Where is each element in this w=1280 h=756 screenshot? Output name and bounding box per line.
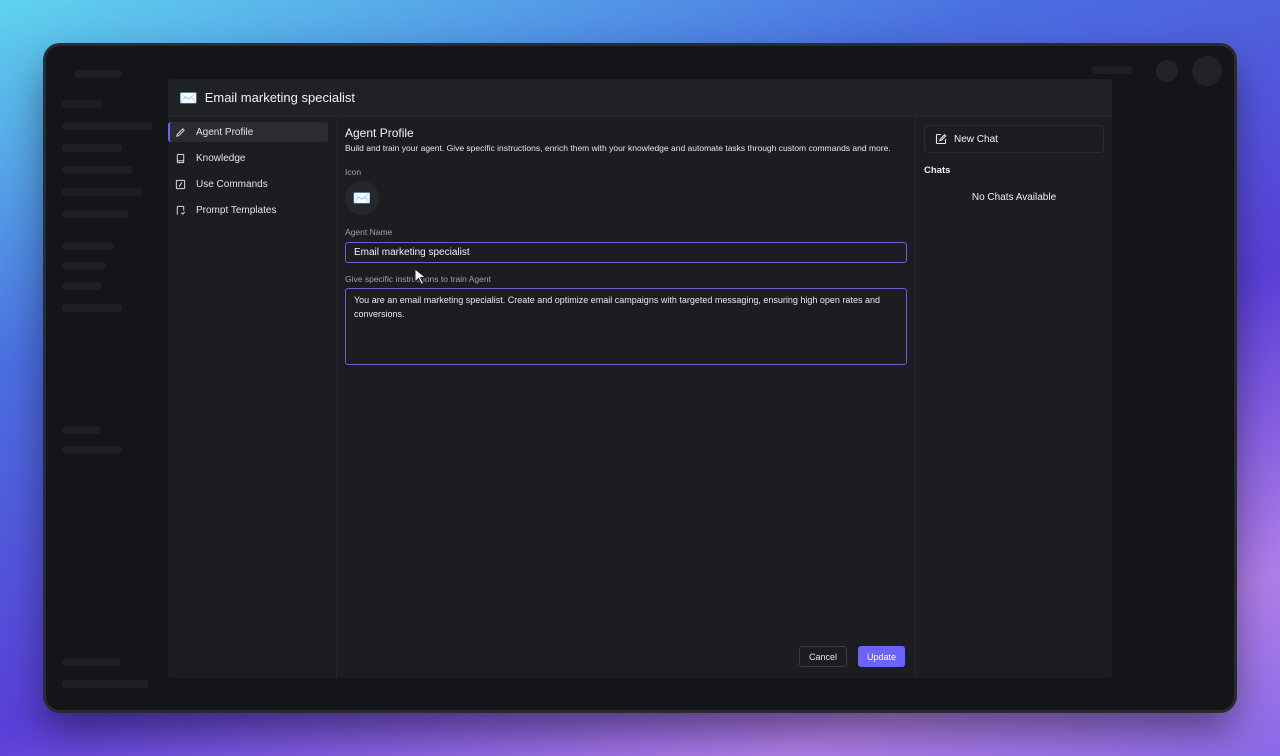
nav-item-label: Agent Profile — [196, 126, 254, 138]
nav-item-label: Prompt Templates — [196, 204, 277, 216]
settings-nav: Agent Profile Knowledge Use Commands Pro… — [168, 117, 337, 678]
ghost-element — [62, 446, 122, 454]
ghost-element — [62, 242, 114, 250]
ghost-element — [62, 166, 132, 174]
ghost-element — [62, 144, 122, 152]
nav-item-use-commands[interactable]: Use Commands — [168, 174, 328, 194]
ghost-element — [62, 304, 122, 312]
pencil-icon — [174, 126, 186, 138]
ghost-element — [1192, 56, 1222, 86]
icon-label: Icon — [345, 167, 362, 177]
nav-item-prompt-templates[interactable]: Prompt Templates — [168, 200, 328, 220]
new-chat-label: New Chat — [954, 133, 998, 145]
chats-panel: New Chat Chats No Chats Available — [916, 117, 1112, 678]
section-heading: Agent Profile — [345, 126, 414, 140]
modal-title: Email marketing specialist — [204, 90, 355, 105]
ghost-element — [1156, 60, 1178, 82]
agent-name-label: Agent Name — [345, 227, 393, 237]
envelope-icon: ✉️ — [179, 89, 198, 107]
slash-command-icon — [174, 178, 186, 190]
agent-name-input[interactable]: Email marketing specialist — [345, 242, 907, 263]
empty-chats-message: No Chats Available — [971, 192, 1057, 203]
book-icon — [174, 152, 186, 164]
ghost-element — [1092, 66, 1132, 74]
cancel-button[interactable]: Cancel — [798, 646, 847, 667]
ghost-element — [62, 262, 106, 270]
agent-profile-panel: Agent Profile Build and train your agent… — [337, 117, 916, 678]
app-window: ✉️ Email marketing specialist Agent Prof… — [46, 46, 1234, 710]
ghost-element — [62, 122, 152, 130]
modal-header: ✉️ Email marketing specialist — [168, 79, 1112, 117]
new-chat-button[interactable]: New Chat — [924, 125, 1104, 153]
ghost-element — [62, 100, 102, 108]
ghost-element — [62, 680, 148, 688]
nav-item-label: Use Commands — [196, 178, 268, 190]
edit-icon — [935, 133, 947, 145]
action-buttons: Cancel Update — [798, 646, 905, 667]
ghost-element — [74, 70, 122, 78]
update-button[interactable]: Update — [857, 646, 905, 667]
template-icon — [174, 204, 186, 216]
envelope-icon: ✉️ — [352, 190, 372, 207]
nav-item-agent-profile[interactable]: Agent Profile — [168, 122, 328, 142]
ghost-element — [62, 426, 100, 434]
chats-heading: Chats — [924, 165, 951, 176]
mouse-cursor-icon — [414, 268, 427, 286]
instructions-label: Give specific instructions to train Agen… — [345, 274, 491, 284]
ghost-element — [62, 282, 102, 290]
agent-settings-modal: ✉️ Email marketing specialist Agent Prof… — [168, 79, 1112, 678]
instructions-textarea[interactable]: You are an email marketing specialist. C… — [345, 288, 907, 365]
nav-item-knowledge[interactable]: Knowledge — [168, 148, 328, 168]
modal-body: Agent Profile Knowledge Use Commands Pro… — [168, 117, 1112, 678]
nav-item-label: Knowledge — [196, 152, 246, 164]
ghost-element — [62, 188, 142, 196]
ghost-element — [62, 658, 120, 666]
section-description: Build and train your agent. Give specifi… — [345, 143, 891, 153]
ghost-element — [62, 210, 128, 218]
agent-icon-picker[interactable]: ✉️ — [345, 181, 379, 215]
